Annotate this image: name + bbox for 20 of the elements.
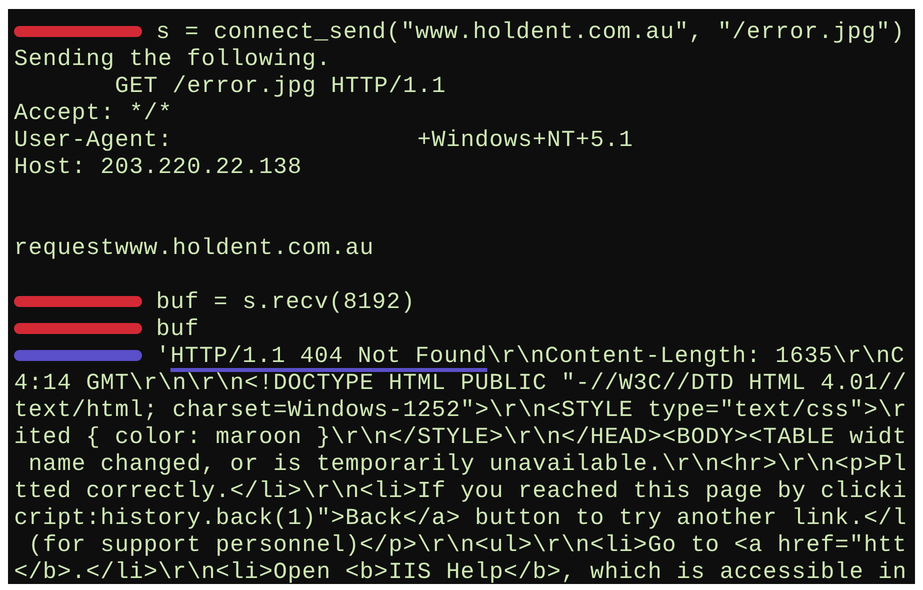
terminal-line: name changed, or is temporarily unavailable.\r\n<hr>\r\n<p>Pl [27, 450, 907, 476]
terminal-line: cript:history.back(1)">Back</a> button to try another link.</l [14, 504, 907, 530]
terminal-line: Host: 203.220.22.138 [14, 154, 302, 180]
terminal-line: text/html; charset=Windows-1252">\r\n<STYLE type="text/css">\r [14, 396, 907, 422]
terminal-line: User-Agent: +Windows+NT+5.1 [14, 126, 634, 152]
terminal-line: tted correctly.</li>\r\n<li>If you reached this page by clicki [14, 478, 907, 504]
terminal-line: buf [156, 316, 200, 342]
terminal-text: ' [156, 342, 170, 368]
terminal-line: Accept: */* [14, 100, 172, 126]
terminal-line: 4:14 GMT\r\n\r\n<!DOCTYPE HTML PUBLIC "-//W3C//DTD HTML 4.01// [14, 370, 907, 396]
terminal-line: (for support personnel)</p>\r\n<ul>\r\n<li>Go to <a href="htt [27, 532, 907, 558]
terminal-line: GET /error.jpg HTTP/1.1 [114, 72, 446, 98]
terminal-line: ited { color: maroon }\r\n</STYLE>\r\n</HEAD><BODY><TABLE widt [14, 424, 907, 450]
terminal-line: </b>.</li>\r\n<li>Open <b>IIS Help</b>, which is accessible in [14, 558, 907, 584]
terminal-line: buf = s.recv(8192) [156, 288, 416, 314]
underlined-text: HTTP/1.1 404 Not Found [170, 342, 488, 368]
terminal-line: s = connect_send("www.holdent.com.au", "/error.jpg") [156, 18, 905, 44]
terminal-line: Sending the following. [14, 46, 331, 72]
terminal-text: \r\nContent-Length: 1635\r\nC [487, 342, 905, 368]
terminal-line: requestwww.holdent.com.au [14, 234, 374, 260]
